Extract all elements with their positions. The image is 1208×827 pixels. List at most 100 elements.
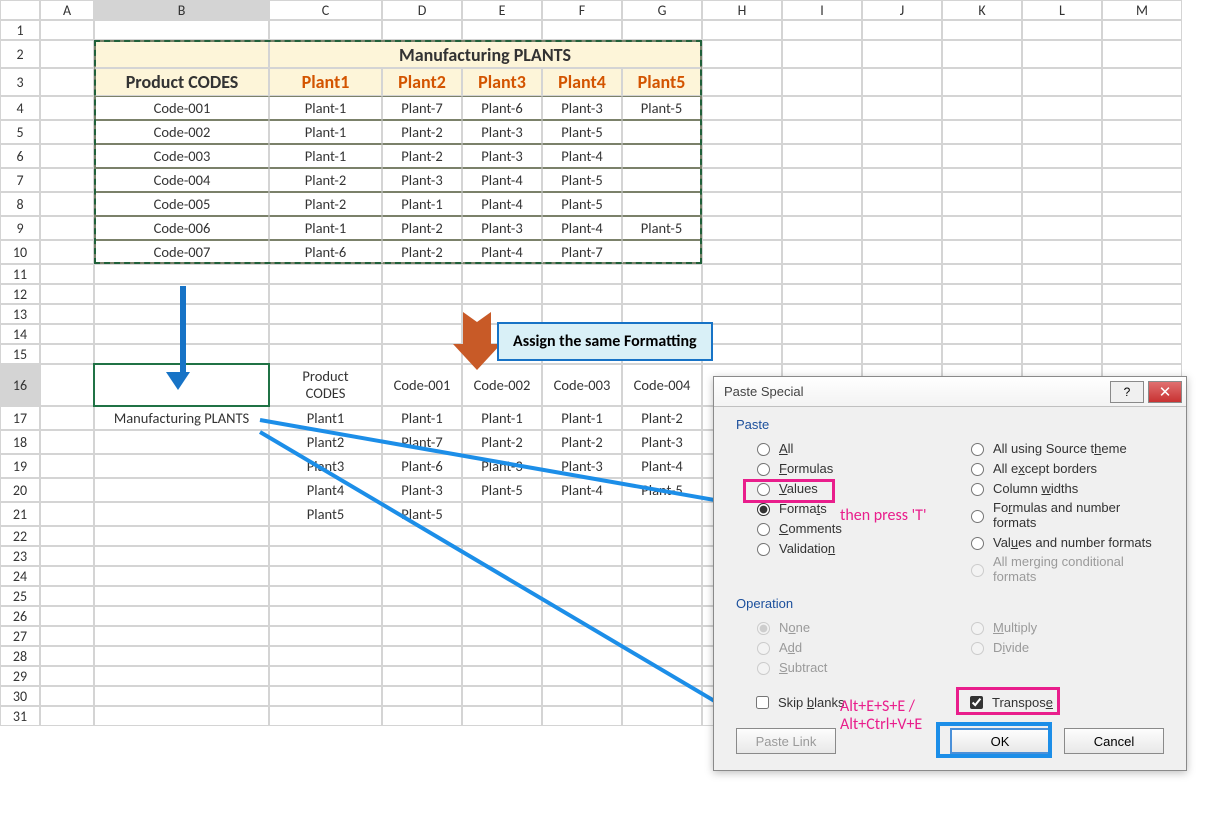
cell-I12[interactable] — [782, 284, 862, 304]
cell-I2[interactable] — [782, 40, 862, 68]
cell-K9[interactable] — [942, 216, 1022, 240]
table1-cell-4-1[interactable]: Plant-1 — [382, 192, 462, 216]
row-header-1[interactable]: 1 — [0, 20, 40, 40]
cell-A9[interactable] — [40, 216, 94, 240]
cell-A24[interactable] — [40, 566, 94, 586]
cell-D1[interactable] — [382, 20, 462, 40]
table1-cell-0-1[interactable]: Plant-7 — [382, 96, 462, 120]
cell-I13[interactable] — [782, 304, 862, 324]
cell-B23[interactable] — [94, 546, 269, 566]
table2-cell-1-1[interactable]: Plant-2 — [462, 430, 542, 454]
table1-cell-3-3[interactable]: Plant-5 — [542, 168, 622, 192]
cell-G13[interactable] — [622, 304, 702, 324]
row-header-19[interactable]: 19 — [0, 454, 40, 478]
row-header-16[interactable]: 16 — [0, 364, 40, 406]
cell-A29[interactable] — [40, 666, 94, 686]
cell-I5[interactable] — [782, 120, 862, 144]
table1-code-6[interactable]: Code-007 — [94, 240, 269, 264]
cell-F13[interactable] — [542, 304, 622, 324]
cell-M2[interactable] — [1102, 40, 1182, 68]
table2-cell-3-0[interactable]: Plant-3 — [382, 478, 462, 502]
col-header-K[interactable]: K — [942, 0, 1022, 20]
cell-H5[interactable] — [702, 120, 782, 144]
cell-B22[interactable] — [94, 526, 269, 546]
cell-M9[interactable] — [1102, 216, 1182, 240]
cell-A12[interactable] — [40, 284, 94, 304]
row-header-11[interactable]: 11 — [0, 264, 40, 284]
table1-plant-header-2[interactable]: Plant3 — [462, 68, 542, 96]
table1-code-5[interactable]: Code-006 — [94, 216, 269, 240]
cell-H3[interactable] — [702, 68, 782, 96]
cell-E26[interactable] — [462, 606, 542, 626]
table1-cell-6-1[interactable]: Plant-2 — [382, 240, 462, 264]
cell-M3[interactable] — [1102, 68, 1182, 96]
cell-J2[interactable] — [862, 40, 942, 68]
col-header-C[interactable]: C — [269, 0, 382, 20]
cell-L9[interactable] — [1022, 216, 1102, 240]
cell-D15[interactable] — [382, 344, 462, 364]
cell-F11[interactable] — [542, 264, 622, 284]
cell-D25[interactable] — [382, 586, 462, 606]
cell-M5[interactable] — [1102, 120, 1182, 144]
radio-validation[interactable]: Validation — [736, 538, 950, 558]
radio-except_borders[interactable]: All except borders — [950, 458, 1164, 478]
cell-I3[interactable] — [782, 68, 862, 96]
col-header-J[interactable]: J — [862, 0, 942, 20]
cell-M11[interactable] — [1102, 264, 1182, 284]
cell-B24[interactable] — [94, 566, 269, 586]
cell-A30[interactable] — [40, 686, 94, 706]
table1-cell-4-4[interactable] — [622, 192, 702, 216]
row-header-4[interactable]: 4 — [0, 96, 40, 120]
cell-A11[interactable] — [40, 264, 94, 284]
radio-all[interactable]: All — [736, 438, 950, 458]
row-header-2[interactable]: 2 — [0, 40, 40, 68]
col-header-B[interactable]: B — [94, 0, 269, 20]
cell-J11[interactable] — [862, 264, 942, 284]
cell-B28[interactable] — [94, 646, 269, 666]
table1-cell-1-2[interactable]: Plant-3 — [462, 120, 542, 144]
table2-cell-4-3[interactable] — [622, 502, 702, 526]
cell-H15[interactable] — [702, 344, 782, 364]
cell-B18[interactable] — [94, 430, 269, 454]
cell-M15[interactable] — [1102, 344, 1182, 364]
table2-colhdr-3[interactable]: Code-004 — [622, 364, 702, 406]
table2-colhdr-1[interactable]: Code-002 — [462, 364, 542, 406]
cell-K2[interactable] — [942, 40, 1022, 68]
row-header-20[interactable]: 20 — [0, 478, 40, 502]
table1-cell-6-2[interactable]: Plant-4 — [462, 240, 542, 264]
cell-G11[interactable] — [622, 264, 702, 284]
table1-plant-header-1[interactable]: Plant2 — [382, 68, 462, 96]
cell-J4[interactable] — [862, 96, 942, 120]
table2-hdr-product[interactable]: ProductCODES — [269, 364, 382, 406]
cell-H7[interactable] — [702, 168, 782, 192]
cell-A8[interactable] — [40, 192, 94, 216]
cell-L3[interactable] — [1022, 68, 1102, 96]
cell-E12[interactable] — [462, 284, 542, 304]
cell-A2[interactable] — [40, 40, 94, 68]
cell-G26[interactable] — [622, 606, 702, 626]
cell-E30[interactable] — [462, 686, 542, 706]
row-header-26[interactable]: 26 — [0, 606, 40, 626]
cell-F22[interactable] — [542, 526, 622, 546]
cell-C31[interactable] — [269, 706, 382, 726]
cell-C13[interactable] — [269, 304, 382, 324]
cell-M7[interactable] — [1102, 168, 1182, 192]
cell-A7[interactable] — [40, 168, 94, 192]
cell-G22[interactable] — [622, 526, 702, 546]
cell-B27[interactable] — [94, 626, 269, 646]
cell-K15[interactable] — [942, 344, 1022, 364]
cell-E11[interactable] — [462, 264, 542, 284]
cell-A25[interactable] — [40, 586, 94, 606]
table1-cell-5-0[interactable]: Plant-1 — [269, 216, 382, 240]
cell-J15[interactable] — [862, 344, 942, 364]
col-header-I[interactable]: I — [782, 0, 862, 20]
cell-D13[interactable] — [382, 304, 462, 324]
cell-A26[interactable] — [40, 606, 94, 626]
col-header-H[interactable]: H — [702, 0, 782, 20]
cell-F24[interactable] — [542, 566, 622, 586]
cell-A6[interactable] — [40, 144, 94, 168]
cell-M14[interactable] — [1102, 324, 1182, 344]
cell-A20[interactable] — [40, 478, 94, 502]
table1-cell-0-2[interactable]: Plant-6 — [462, 96, 542, 120]
row-header-15[interactable]: 15 — [0, 344, 40, 364]
